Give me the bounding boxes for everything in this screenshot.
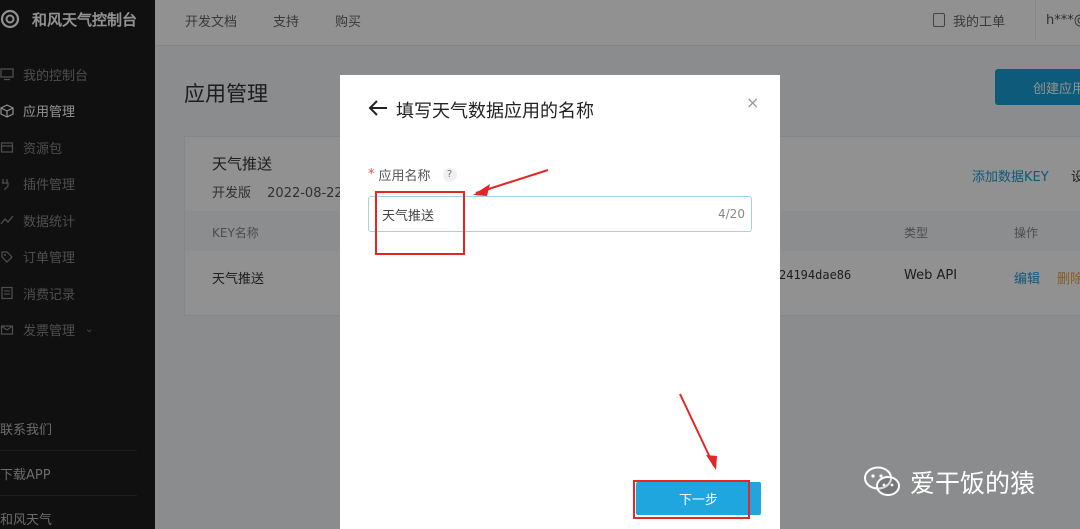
- close-icon[interactable]: ×: [746, 93, 759, 112]
- app-name-label-text: 应用名称: [378, 169, 431, 184]
- char-counter: 4/20: [718, 207, 745, 221]
- annotation-box-input: [375, 191, 465, 255]
- app-name-label: * 应用名称 ?: [368, 165, 457, 184]
- watermark-text: 爱干饭的猿: [910, 469, 1036, 498]
- create-app-dialog: 填写天气数据应用的名称 × * 应用名称 ? 4/20 下一步: [340, 75, 780, 529]
- wechat-icon: [864, 466, 900, 496]
- annotation-box-next: [633, 480, 750, 519]
- arrow-left-icon[interactable]: [367, 97, 389, 119]
- dialog-title: 填写天气数据应用的名称: [396, 101, 594, 122]
- required-marker: *: [368, 167, 375, 182]
- watermark: 爱干饭的猿: [862, 460, 1035, 504]
- help-icon[interactable]: ?: [442, 167, 457, 182]
